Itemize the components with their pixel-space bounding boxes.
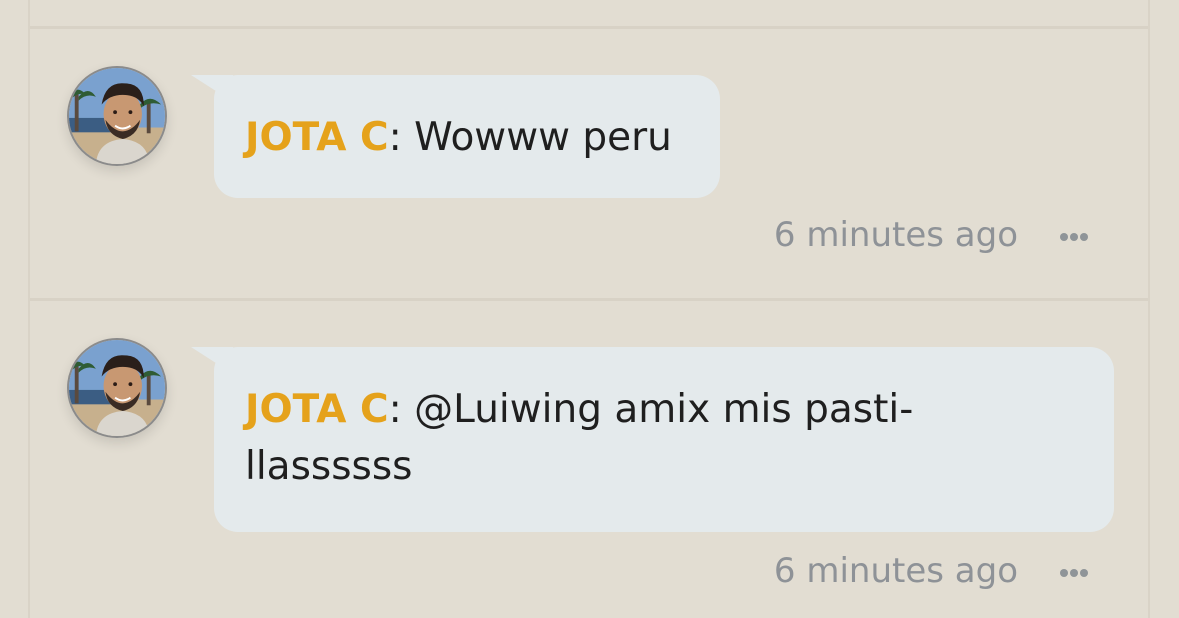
author-name[interactable]: JOTA C bbox=[245, 115, 389, 160]
more-icon[interactable] bbox=[1060, 569, 1090, 579]
comment-item: JOTA C: @Luiwing amix mis pasti- llassss… bbox=[30, 301, 1148, 618]
avatar[interactable] bbox=[67, 66, 167, 166]
timestamp: 6 minutes ago bbox=[773, 215, 1018, 255]
message-text: : Wowww peru bbox=[388, 115, 672, 160]
author-name[interactable]: JOTA C bbox=[245, 387, 389, 432]
more-icon[interactable] bbox=[1060, 233, 1090, 243]
avatar-image bbox=[69, 68, 165, 164]
comment-item: JOTA C: Wowww peru 6 minutes ago bbox=[30, 29, 1148, 299]
message-bubble: JOTA C: Wowww peru bbox=[191, 75, 720, 198]
timestamp: 6 minutes ago bbox=[773, 551, 1018, 591]
avatar[interactable] bbox=[67, 338, 167, 438]
message-bubble: JOTA C: @Luiwing amix mis pasti- llassss… bbox=[191, 347, 1114, 532]
comment-feed: JOTA C: Wowww peru 6 minutes ago JOTA C:… bbox=[28, 0, 1150, 618]
avatar-image bbox=[69, 340, 165, 436]
